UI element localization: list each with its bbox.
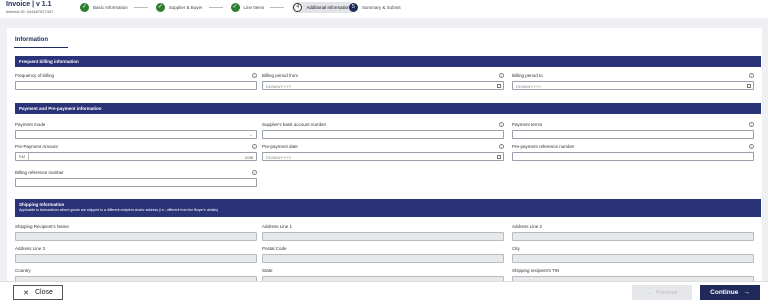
section-payment: Payment and Pre-payment information — [15, 103, 761, 114]
info-icon[interactable]: i — [749, 73, 754, 78]
address-line-1-field: Address Line 1 — [262, 224, 504, 241]
step-connector — [208, 7, 223, 8]
billing-period-from-input[interactable]: DD/MM/YYYY — [262, 81, 504, 90]
arrow-left-icon: ← — [646, 289, 653, 296]
payment-terms-input[interactable] — [512, 130, 754, 139]
address-line-2-input[interactable] — [512, 232, 754, 241]
billing-ref-input[interactable] — [15, 178, 257, 187]
internal-id: Internal ID: 344467027447 — [6, 9, 54, 14]
chevron-down-icon: ⌄ — [249, 132, 253, 137]
page-title: Invoice | v 1.1 — [6, 1, 52, 8]
info-icon[interactable]: i — [499, 73, 504, 78]
check-icon: ✓ — [155, 3, 165, 12]
calendar-icon[interactable] — [497, 155, 501, 159]
prepayment-amount-field: Pre-Payment Amount i RM 0.00 — [15, 144, 257, 161]
calendar-icon[interactable] — [497, 84, 501, 88]
prepayment-amount-input[interactable]: RM 0.00 — [15, 152, 257, 161]
step-summary-submit[interactable]: 5 Summary & Submit — [348, 2, 409, 13]
city-field: City — [512, 246, 754, 263]
address-line-1-input[interactable] — [262, 232, 504, 241]
info-icon[interactable]: i — [252, 73, 257, 78]
postal-code-input[interactable] — [262, 254, 504, 263]
shipping-note: Applicable to transactions where goods a… — [19, 208, 218, 212]
info-icon[interactable]: i — [252, 170, 257, 175]
info-icon[interactable]: i — [749, 144, 754, 149]
step-connector — [133, 7, 148, 8]
step-basic-information[interactable]: ✓ Basic Information — [80, 2, 156, 13]
tab-information[interactable]: Information — [15, 37, 48, 43]
address-line-3-field: Address Line 3 — [15, 246, 257, 263]
info-icon[interactable]: i — [749, 122, 754, 127]
form-card: Information Frequent billing information… — [7, 28, 762, 288]
footer-bar: ✕ Close ← Previous Continue → — [0, 281, 768, 303]
section-billing: Frequent billing information — [15, 56, 761, 67]
previous-button[interactable]: ← Previous — [632, 285, 692, 300]
close-icon: ✕ — [23, 289, 29, 297]
payment-terms-field: Payment terms i — [512, 122, 754, 139]
billing-period-from-field: Billing period from i DD/MM/YYYY — [262, 73, 504, 90]
close-button[interactable]: ✕ Close — [13, 285, 63, 300]
address-line-3-input[interactable] — [15, 254, 257, 263]
section-shipping: Shipping Information Applicable to trans… — [15, 199, 761, 217]
prepayment-date-field: Pre-payment date i DD/MM/YYYY — [262, 144, 504, 161]
billing-ref-field: Billing reference number i — [15, 170, 257, 187]
bank-account-input[interactable] — [262, 130, 504, 139]
tab-underline — [14, 47, 68, 48]
step-number: 4 — [293, 3, 303, 12]
billing-period-to-field: Billing period to i DD/MM/YYYY — [512, 73, 754, 90]
continue-button[interactable]: Continue → — [700, 285, 760, 300]
prepayment-ref-field: Pre-payment reference number i — [512, 144, 754, 161]
page-header: Invoice | v 1.1 Internal ID: 34446702744… — [0, 0, 768, 18]
payment-mode-field: Payment mode ⌄ — [15, 122, 257, 139]
city-input[interactable] — [512, 254, 754, 263]
step-line-items[interactable]: ✓ Line Items — [230, 2, 293, 13]
step-number: 5 — [348, 3, 358, 12]
billing-period-to-input[interactable]: DD/MM/YYYY — [512, 81, 754, 90]
currency-code: RM — [16, 153, 29, 160]
info-icon[interactable]: i — [499, 122, 504, 127]
address-line-2-field: Address Line 2 — [512, 224, 754, 241]
check-icon: ✓ — [230, 3, 240, 12]
calendar-icon[interactable] — [747, 84, 751, 88]
recipient-name-field: Shipping Recipient's Name — [15, 224, 257, 241]
arrow-right-icon: → — [743, 289, 750, 296]
frequency-of-billing-input[interactable] — [15, 81, 257, 90]
step-supplier-buyer[interactable]: ✓ Supplier & Buyer — [155, 2, 231, 13]
postal-code-field: Postal Code — [262, 246, 504, 263]
stepper: ✓ Basic Information ✓ Supplier & Buyer ✓… — [80, 2, 409, 13]
info-icon[interactable]: i — [499, 144, 504, 149]
frequency-of-billing-field: Frequency of billing i — [15, 73, 257, 90]
step-additional-information[interactable]: 4 Additional Information — [292, 2, 355, 13]
payment-mode-select[interactable]: ⌄ — [15, 130, 257, 139]
prepayment-date-input[interactable]: DD/MM/YYYY — [262, 152, 504, 161]
info-icon[interactable]: i — [252, 144, 257, 149]
check-icon: ✓ — [80, 3, 89, 12]
bank-account-field: Supplier's bank account number i — [262, 122, 504, 139]
step-connector — [270, 7, 285, 8]
recipient-name-input[interactable] — [15, 232, 257, 241]
prepayment-ref-input[interactable] — [512, 152, 754, 161]
